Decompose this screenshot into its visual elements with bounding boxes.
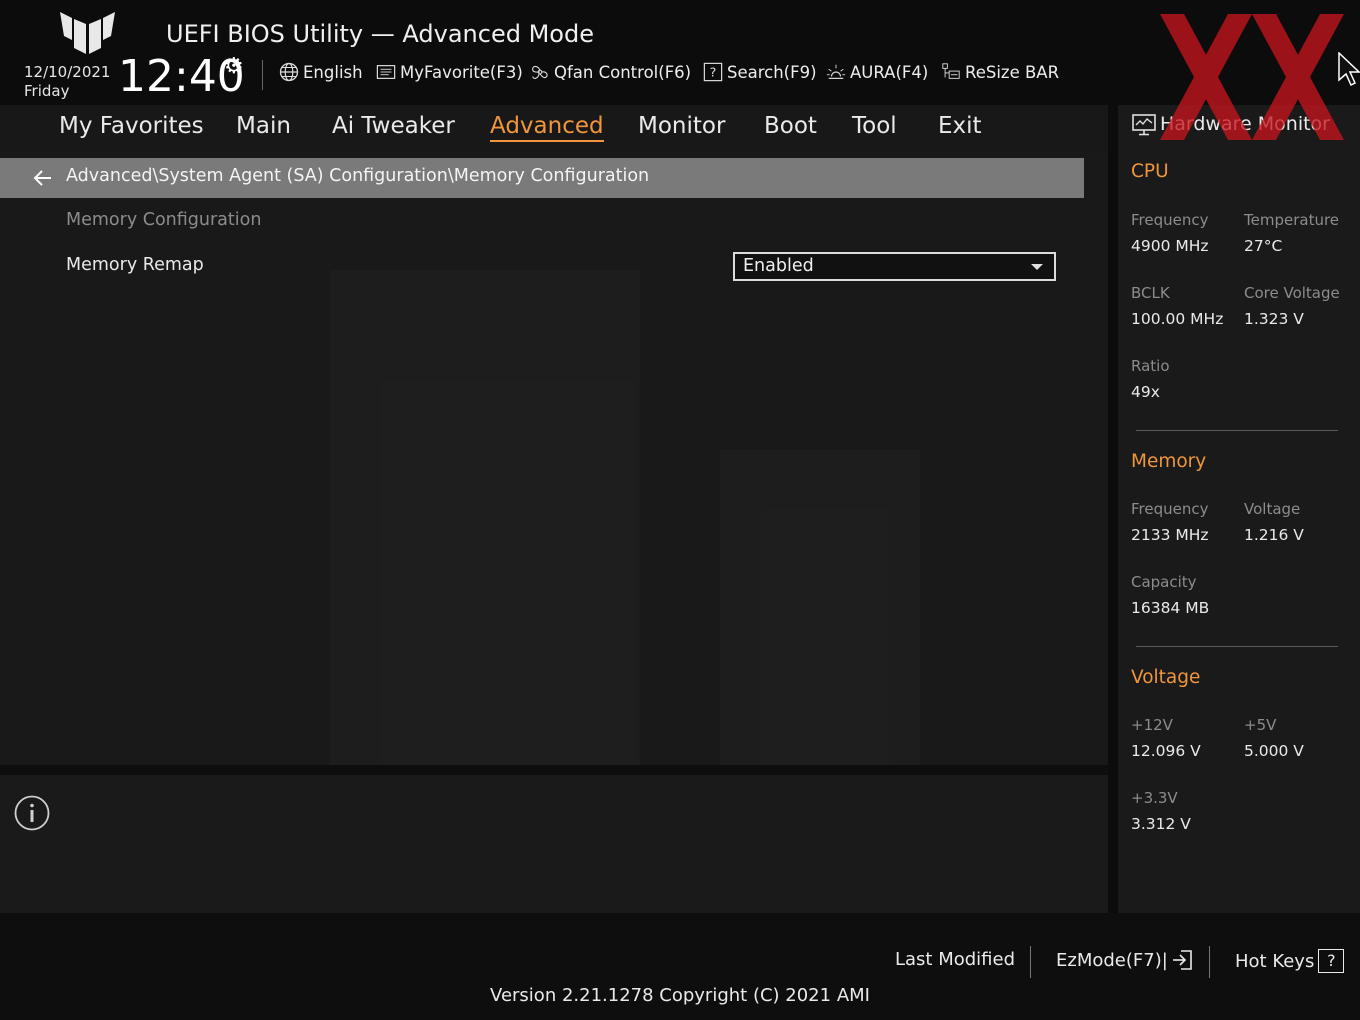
resize-bar-icon <box>942 63 960 79</box>
hw-memory-title: Memory <box>1131 451 1207 472</box>
hw-cpu-core-voltage-value: 1.323 V <box>1244 310 1304 328</box>
date-text: 12/10/2021 <box>24 63 111 81</box>
hw-5v-label: +5V <box>1244 716 1277 734</box>
help-question-icon: ? <box>1318 949 1345 973</box>
myfavorite-label: MyFavorite(F3) <box>400 62 523 82</box>
hw-divider <box>1136 646 1338 647</box>
settings-panel <box>0 150 1108 765</box>
footer-divider <box>1209 946 1210 978</box>
background-pattern <box>330 270 640 765</box>
aura-light-icon <box>826 64 846 79</box>
hw-cpu-bclk-label: BCLK <box>1131 284 1170 302</box>
fan-icon <box>532 65 548 80</box>
help-info-box <box>0 775 1108 913</box>
hw-memory-capacity-label: Capacity <box>1131 573 1197 591</box>
section-title: Memory Configuration <box>66 210 262 230</box>
myfavorite-button[interactable]: MyFavorite(F3) <box>376 62 523 82</box>
hw-cpu-temperature-value: 27°C <box>1244 237 1283 255</box>
resize-bar-label: ReSize BAR <box>965 62 1060 82</box>
memory-remap-label: Memory Remap <box>66 255 204 275</box>
tab-main[interactable]: Main <box>236 113 291 139</box>
xx-watermark-logo <box>1160 14 1344 140</box>
globe-icon <box>279 62 299 82</box>
tab-tool[interactable]: Tool <box>852 113 897 139</box>
tab-exit[interactable]: Exit <box>938 113 982 139</box>
hw-cpu-title: CPU <box>1131 161 1169 182</box>
tab-boot[interactable]: Boot <box>764 113 817 139</box>
tuf-logo <box>60 12 115 54</box>
hw-cpu-temperature-label: Temperature <box>1244 211 1340 229</box>
hw-cpu-frequency-value: 4900 MHz <box>1131 237 1209 255</box>
monitor-icon <box>1132 114 1156 136</box>
hot-keys-button[interactable]: Hot Keys ? <box>1235 949 1345 973</box>
search-button[interactable]: ? Search(F9) <box>703 62 817 82</box>
hw-memory-capacity-value: 16384 MB <box>1131 599 1210 617</box>
content-divider <box>0 765 1108 775</box>
ezmode-label: EzMode(F7)| <box>1056 949 1168 971</box>
svg-text:?: ? <box>710 65 717 80</box>
search-label: Search(F9) <box>727 62 817 82</box>
panel-gap <box>1108 105 1118 913</box>
favorite-list-icon <box>376 65 396 79</box>
language-button[interactable]: English <box>279 62 363 82</box>
hw-memory-frequency-value: 2133 MHz <box>1131 526 1209 544</box>
settings-gear-icon[interactable]: ⚙ <box>224 54 244 79</box>
help-search-icon: ? <box>703 62 723 82</box>
hw-5v-value: 5.000 V <box>1244 742 1304 760</box>
hw-cpu-ratio-label: Ratio <box>1131 357 1170 375</box>
app-title: UEFI BIOS Utility — Advanced Mode <box>166 20 594 48</box>
version-text: Version 2.21.1278 Copyright (C) 2021 AMI <box>490 985 870 1006</box>
tab-my-favorites[interactable]: My Favorites <box>59 113 204 139</box>
aura-button[interactable]: AURA(F4) <box>826 62 928 82</box>
hw-voltage-title: Voltage <box>1131 667 1201 688</box>
hw-3v3-value: 3.312 V <box>1131 815 1191 833</box>
language-label: English <box>303 62 363 82</box>
tab-ai-tweaker[interactable]: Ai Tweaker <box>332 113 455 139</box>
aura-label: AURA(F4) <box>850 62 929 82</box>
hw-cpu-frequency-label: Frequency <box>1131 211 1209 229</box>
hw-memory-voltage-value: 1.216 V <box>1244 526 1304 544</box>
breadcrumb-path: Advanced\System Agent (SA) Configuration… <box>66 166 650 186</box>
hw-3v3-label: +3.3V <box>1131 789 1178 807</box>
info-icon <box>14 795 50 831</box>
hw-cpu-core-voltage-label: Core Voltage <box>1244 284 1340 302</box>
tab-advanced[interactable]: Advanced <box>490 113 604 142</box>
qfan-label: Qfan Control(F6) <box>554 62 692 82</box>
date-display: 12/10/2021 Friday <box>24 63 110 101</box>
hot-keys-label: Hot Keys <box>1235 950 1315 972</box>
background-pattern <box>720 450 920 765</box>
qfan-control-button[interactable]: Qfan Control(F6) <box>530 62 691 82</box>
tab-monitor[interactable]: Monitor <box>638 113 725 139</box>
footer-divider <box>1030 946 1031 978</box>
hw-cpu-bclk-value: 100.00 MHz <box>1131 310 1224 328</box>
ezmode-button[interactable]: EzMode(F7)| <box>1056 949 1193 971</box>
resize-bar-button[interactable]: ReSize BAR <box>941 62 1059 82</box>
day-text: Friday <box>24 82 70 100</box>
hw-12v-label: +12V <box>1131 716 1173 734</box>
mouse-cursor-icon <box>1338 52 1360 87</box>
hw-12v-value: 12.096 V <box>1131 742 1201 760</box>
hw-divider <box>1136 430 1338 431</box>
exit-to-ezmode-icon <box>1172 950 1192 970</box>
last-modified-button[interactable]: Last Modified <box>895 949 1015 970</box>
back-arrow-icon[interactable] <box>32 167 54 189</box>
chevron-down-icon <box>1031 264 1043 270</box>
memory-remap-value: Enabled <box>743 256 814 276</box>
hw-cpu-ratio-value: 49x <box>1131 383 1160 401</box>
hw-memory-frequency-label: Frequency <box>1131 500 1209 518</box>
header-divider <box>262 60 263 90</box>
hw-memory-voltage-label: Voltage <box>1244 500 1301 518</box>
